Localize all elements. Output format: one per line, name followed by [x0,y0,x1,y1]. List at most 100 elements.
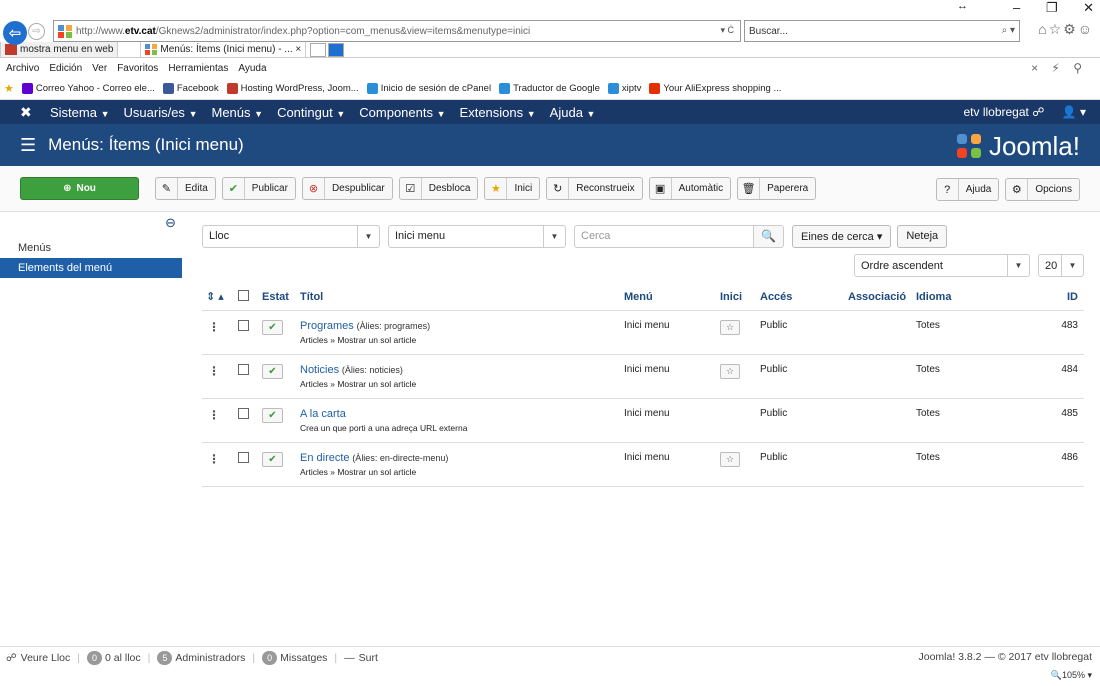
row-checkbox[interactable] [238,363,249,375]
published-check-icon[interactable]: ✔ [262,407,283,423]
view-site-link[interactable]: Veure Lloc [21,652,71,664]
close-icon[interactable]: × [1031,61,1038,75]
search-button[interactable]: 🔍 [754,224,784,248]
address-bar[interactable]: http://www. etv.cat/Gknews2/administrator… [53,20,741,42]
item-title-link[interactable]: Programes [300,320,354,332]
fav-hosting[interactable]: Hosting WordPress, Joom... [226,83,359,94]
item-title-link[interactable]: A la carta [300,408,346,420]
smiley-icon[interactable]: ☺ [1078,21,1094,37]
settings-gear-icon[interactable]: ⚙ [1063,21,1078,37]
forward-button[interactable]: ⇨ [28,23,45,40]
menu-select[interactable]: Inici menu ▼ [388,224,566,248]
back-button[interactable]: ⇦ [3,21,27,45]
home-button[interactable]: ★ Inici [484,177,541,200]
home-star-icon[interactable]: ☆ [720,363,740,379]
refresh-icon[interactable]: ▾ Ċ [720,25,734,36]
browser-search-input[interactable]: Buscar... ⌕ ▾ [744,20,1020,42]
help-button[interactable]: ? Ajuda [935,178,1000,201]
item-title-link[interactable]: En directe [300,452,350,464]
nav-sistema[interactable]: Sistema ▼ [50,105,110,120]
favorites-star-icon[interactable]: ☆ [1049,21,1064,37]
nav-ajuda[interactable]: Ajuda ▼ [550,105,596,120]
menu-archivo[interactable]: Archivo [6,63,39,74]
association-column-header[interactable]: Associació [848,284,916,311]
publish-button[interactable]: ✔ Publicar [221,177,296,200]
collapse-sidebar-icon[interactable]: ⊖ [165,215,176,231]
sidebar-item-menu-elements[interactable]: Elements del menú [0,258,182,278]
joomla-logo-icon[interactable]: ✖ [20,104,34,121]
fav-yahoo[interactable]: Correo Yahoo - Correo ele... [21,83,155,94]
status-column-header[interactable]: Estat [262,284,300,311]
drag-handle-icon[interactable]: ⋮ [202,398,238,443]
wand-icon[interactable]: ⚡ [1051,61,1059,75]
zoom-level[interactable]: 🔍105% ▾ [1051,670,1092,681]
new-button[interactable]: ⊕ Nou [20,177,139,200]
unlock-button[interactable]: ☑ Desbloca [398,177,479,200]
sort-column-header[interactable]: ⇕ ▴ [202,284,238,311]
ie-edge-icon[interactable] [328,43,345,57]
nav-menus[interactable]: Menús ▼ [211,105,263,120]
user-menu-icon[interactable]: 👤 ▾ [1062,105,1086,119]
access-column-header[interactable]: Accés [760,284,848,311]
menu-favoritos[interactable]: Favoritos [117,63,158,74]
language-column-header[interactable]: Idioma [916,284,1054,311]
drag-handle-icon[interactable]: ⋮ [202,354,238,399]
item-title-link[interactable]: Noticies [300,364,339,376]
pin-icon[interactable]: ⚲ [1073,61,1082,75]
home-star-icon[interactable]: ☆ [720,319,740,335]
logout-link[interactable]: Surt [359,652,378,664]
published-check-icon[interactable]: ✔ [262,319,283,335]
minimize-icon[interactable]: – [1013,0,1020,15]
unpublish-button[interactable]: ⊗ Despublicar [301,177,393,200]
fav-cpanel[interactable]: Inicio de sesión de cPanel [366,83,491,94]
nav-contingut[interactable]: Contingut ▼ [277,105,345,120]
search-input[interactable]: Cerca [574,224,754,248]
published-check-icon[interactable]: ✔ [262,451,283,467]
limit-select[interactable]: 20 ▼ [1038,254,1084,277]
nav-extensions[interactable]: Extensions ▼ [460,105,536,120]
home-star-icon[interactable]: ☆ [720,451,740,467]
drag-handle-icon[interactable]: ⋮ [202,310,238,355]
home-column-header[interactable]: Inici [720,284,760,311]
id-column-header[interactable]: ID [1054,284,1084,311]
search-tools-button[interactable]: Eines de cerca ▾ [792,224,892,248]
menu-ayuda[interactable]: Ayuda [238,63,266,74]
drag-handle-icon[interactable]: ⋮ [202,442,238,487]
published-check-icon[interactable]: ✔ [262,363,283,379]
tab-menus-items[interactable]: Menús: Ítems (Inici menu) - ... × [140,41,307,57]
admins-label[interactable]: Administradors [175,652,245,664]
rebuild-button[interactable]: ↻ Reconstrueix [546,177,643,200]
search-icon[interactable]: ⌕ ▾ [1002,25,1015,36]
location-select[interactable]: Lloc ▼ [202,224,380,248]
site-link[interactable]: etv llobregat ☍ [963,105,1044,119]
fav-xiptv[interactable]: xiptv [607,83,641,94]
order-select[interactable]: Ordre ascendent ▼ [854,254,1030,277]
resize-icon[interactable]: ↔ [957,0,968,12]
fav-facebook[interactable]: Facebook [162,83,219,94]
fav-aliexpress[interactable]: Your AliExpress shopping ... [649,83,781,94]
nav-usuaris[interactable]: Usuaris/es ▼ [124,105,198,120]
row-checkbox[interactable] [238,407,249,419]
select-all-checkbox[interactable] [238,289,249,301]
favorites-star-icon[interactable]: ★ [4,82,14,95]
title-column-header[interactable]: Títol [300,284,624,311]
menu-column-header[interactable]: Menú [624,284,720,311]
auto-button[interactable]: ▣ Automàtic [648,177,732,200]
menu-herramientas[interactable]: Herramientas [168,63,228,74]
trash-button[interactable]: 🗑 Paperera [737,177,817,200]
menu-edicion[interactable]: Edición [49,63,82,74]
menu-ver[interactable]: Ver [92,63,107,74]
row-checkbox[interactable] [238,451,249,463]
clear-button[interactable]: Neteja [897,224,948,248]
restore-icon[interactable]: ❐ [1046,0,1058,15]
messages-label[interactable]: Missatges [280,652,327,664]
fav-translate[interactable]: Traductor de Google [499,83,600,94]
options-button[interactable]: ⚙ Opcions [1005,178,1080,201]
home-icon[interactable]: ⌂ [1038,21,1048,37]
close-icon[interactable]: ✕ [1083,0,1094,15]
sidebar-item-menus[interactable]: Menús [0,238,182,258]
edit-button[interactable]: ✎ Edita [155,177,216,200]
new-tab-button[interactable] [310,43,327,57]
row-checkbox[interactable] [238,319,249,331]
nav-components[interactable]: Components ▼ [359,105,445,120]
